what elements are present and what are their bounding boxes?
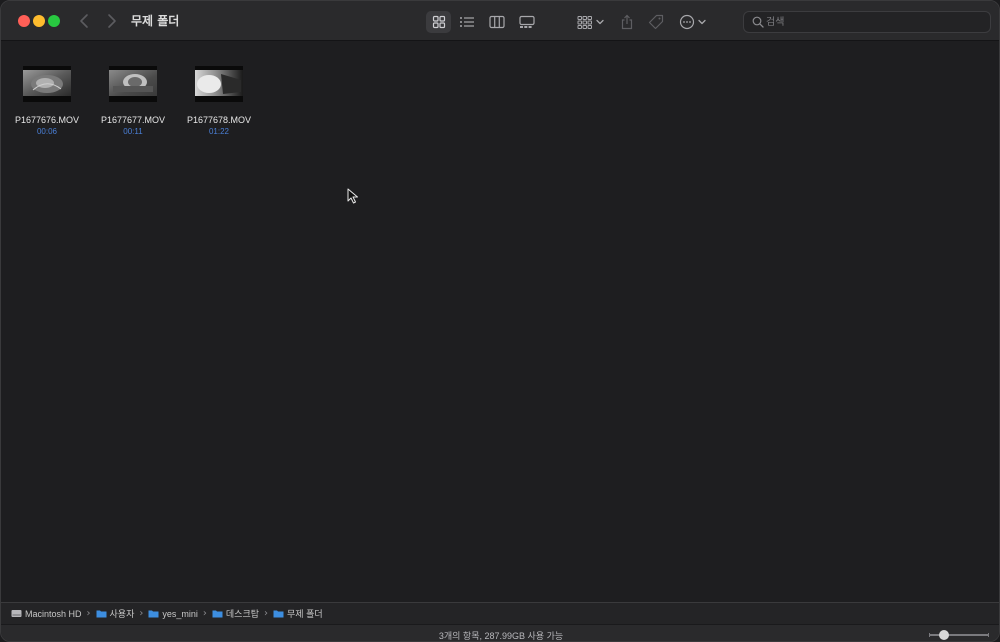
file-item[interactable]: P1677677.MOV 00:11	[90, 66, 176, 136]
path-item-label: 무제 폴더	[287, 609, 323, 619]
folder-icon	[273, 610, 284, 618]
ellipsis-circle-icon	[679, 14, 706, 30]
status-bar: 3개의 항목, 287.99GB 사용 가능	[1, 624, 999, 641]
search-field[interactable]	[743, 11, 991, 33]
columns-icon	[489, 15, 505, 29]
list-icon	[460, 17, 474, 27]
file-name: P1677676.MOV	[14, 115, 80, 125]
folder-icon	[212, 610, 223, 618]
file-item[interactable]: P1677676.MOV 00:06	[4, 66, 90, 136]
file-duration: 01:22	[208, 127, 230, 136]
minimize-window-button[interactable]	[33, 15, 45, 27]
grid-icon	[432, 15, 445, 29]
path-item-label: 데스크탑	[225, 609, 260, 619]
icon-view-button[interactable]	[426, 11, 451, 33]
path-item-users[interactable]: 사용자	[96, 607, 135, 620]
chevron-left-icon	[80, 14, 88, 28]
status-text: 3개의 항목, 287.99GB 사용 가능	[438, 631, 564, 641]
share-button[interactable]	[617, 11, 637, 33]
gallery-icon	[519, 15, 535, 28]
chevron-right-icon: ›	[264, 608, 269, 619]
file-duration: 00:11	[123, 127, 143, 136]
chevron-right-icon	[108, 14, 116, 28]
path-bar: Macintosh HD › 사용자 › yes_mini › 데스크탑 › 무…	[1, 602, 999, 624]
chevron-right-icon: ›	[139, 608, 144, 619]
close-window-button[interactable]	[18, 15, 30, 27]
finder-window: 무제 폴더 검색 P1677676.MOV 00:06 P1677677.MOV…	[0, 0, 1000, 642]
folder-icon	[96, 610, 107, 618]
column-view-button[interactable]	[486, 11, 508, 33]
slider-tick	[929, 633, 930, 637]
path-item-label: Macintosh HD	[25, 608, 82, 619]
toolbar: 무제 폴더	[1, 1, 999, 41]
tag-button[interactable]	[646, 11, 666, 33]
search-input[interactable]	[766, 14, 986, 30]
back-button[interactable]	[73, 9, 97, 33]
more-actions-button[interactable]	[677, 11, 711, 33]
search-icon	[752, 16, 764, 28]
zoom-window-button[interactable]	[48, 15, 60, 27]
video-thumbnail	[195, 66, 243, 102]
icon-size-slider[interactable]	[929, 634, 989, 636]
path-item-label: yes_mini	[162, 608, 198, 619]
folder-icon	[148, 610, 159, 618]
path-item-macintosh-hd[interactable]: Macintosh HD	[11, 609, 82, 619]
window-title: 무제 폴더	[131, 14, 180, 28]
disk-icon	[11, 610, 22, 617]
list-view-button[interactable]	[456, 11, 478, 33]
path-item-desktop[interactable]: 데스크탑	[212, 607, 259, 620]
slider-knob[interactable]	[939, 630, 949, 640]
file-name: P1677677.MOV	[100, 115, 166, 125]
video-thumbnail	[109, 66, 157, 102]
video-thumbnail	[23, 66, 71, 102]
tag-icon	[648, 14, 664, 30]
path-item-label: 사용자	[109, 609, 135, 619]
slider-tick	[988, 633, 989, 637]
path-item-untitled-folder[interactable]: 무제 폴더	[273, 607, 323, 620]
chevron-right-icon: ›	[86, 608, 91, 619]
gallery-view-button[interactable]	[516, 11, 538, 33]
forward-button[interactable]	[99, 9, 123, 33]
file-duration: 00:06	[36, 127, 58, 136]
file-area: P1677676.MOV 00:06 P1677677.MOV 00:11 P1…	[1, 42, 999, 602]
path-item-yes-mini[interactable]: yes_mini	[148, 609, 198, 619]
mouse-cursor-icon	[347, 188, 358, 204]
file-name: P1677678.MOV	[186, 115, 252, 125]
chevron-right-icon: ›	[202, 608, 207, 619]
file-item[interactable]: P1677678.MOV 01:22	[176, 66, 262, 136]
group-by-button[interactable]	[576, 11, 606, 33]
group-grid-icon	[577, 16, 604, 29]
share-icon	[621, 14, 633, 30]
